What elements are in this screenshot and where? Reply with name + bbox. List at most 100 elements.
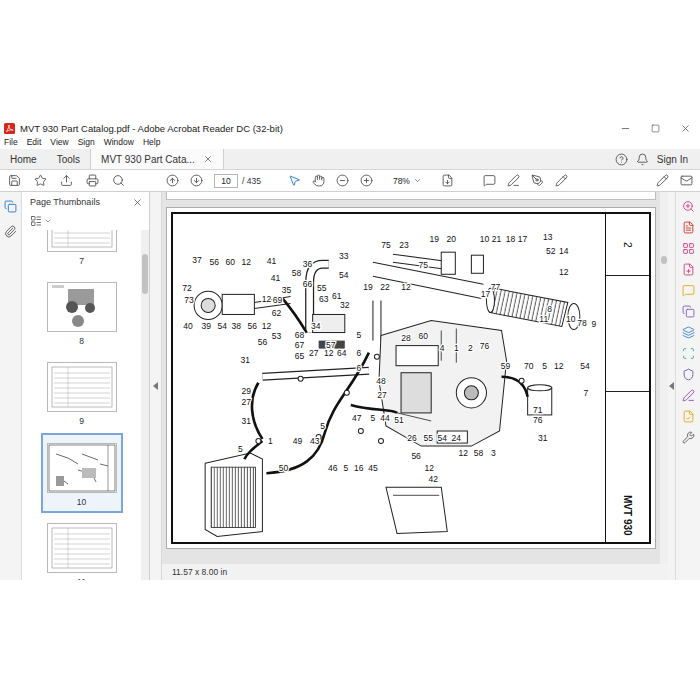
signature-icon[interactable]	[555, 174, 568, 187]
expand-tools-handle[interactable]	[668, 192, 676, 580]
comment-button[interactable]	[480, 171, 500, 191]
thumbnail-item[interactable]: 11	[41, 513, 123, 580]
export-pdf-icon[interactable]	[682, 221, 695, 234]
notifications-icon[interactable]	[636, 153, 649, 166]
enhance-scan-icon[interactable]	[682, 200, 695, 213]
callout-number: 72	[182, 283, 192, 293]
callout-number: 6	[356, 348, 361, 358]
menu-item[interactable]: Help	[143, 138, 160, 147]
protect-icon[interactable]	[682, 368, 695, 381]
engine-block	[379, 320, 507, 446]
toolbar-button[interactable]	[56, 171, 76, 191]
document-scrollbar[interactable]	[660, 192, 668, 564]
callout-number: 76	[533, 415, 543, 425]
scan-ocr-icon[interactable]	[682, 347, 695, 360]
draw-button[interactable]	[528, 171, 548, 191]
collapse-panel-handle[interactable]	[150, 192, 162, 580]
panel-options-button[interactable]	[22, 212, 149, 230]
close-panel-icon[interactable]	[132, 197, 143, 208]
previous-page-button[interactable]	[162, 171, 182, 191]
hand-icon[interactable]	[312, 174, 325, 187]
thumbnail-item[interactable]: 8	[41, 272, 123, 352]
hand-tool-button[interactable]	[309, 171, 329, 191]
toolbar-button[interactable]	[30, 171, 50, 191]
collapse-left-icon[interactable]	[153, 382, 159, 390]
close-tab-icon[interactable]	[203, 154, 213, 164]
scrollbar-thumb[interactable]	[661, 256, 667, 264]
zoom-in-icon[interactable]	[360, 174, 373, 187]
thumbnail-item[interactable]: 7	[41, 230, 123, 272]
zoom-out-icon[interactable]	[336, 174, 349, 187]
page-number-field[interactable]: 10	[214, 174, 238, 188]
edit-pdf-icon[interactable]	[682, 263, 695, 276]
menu-item[interactable]: Sign	[78, 138, 95, 147]
upload-icon[interactable]	[60, 174, 73, 187]
toolbar-button[interactable]	[108, 171, 128, 191]
pen-icon[interactable]	[507, 174, 520, 187]
search-icon[interactable]	[112, 174, 125, 187]
comment-icon[interactable]	[682, 284, 695, 297]
edit-icon[interactable]	[656, 174, 669, 187]
organize-pages-icon[interactable]	[682, 326, 695, 339]
chevron-down-icon[interactable]	[413, 176, 422, 185]
sign-in-button[interactable]: Sign In	[657, 154, 688, 165]
mail-icon[interactable]	[680, 174, 693, 187]
fit-page-button[interactable]	[438, 171, 458, 191]
highlight-button[interactable]	[504, 171, 524, 191]
zoom-dropdown[interactable]: 78%	[389, 174, 426, 188]
toolbar-button[interactable]	[82, 171, 102, 191]
hoses	[244, 298, 527, 473]
thumbnail-item[interactable]: 10	[41, 433, 123, 513]
pen-tool-icon[interactable]	[531, 174, 544, 187]
thumbnail-scrollbar[interactable]	[141, 230, 149, 580]
edit-button[interactable]	[652, 171, 672, 191]
chevron-down-icon[interactable]	[44, 217, 52, 225]
menu-item[interactable]: Edit	[27, 138, 42, 147]
arrow-up-icon[interactable]	[166, 174, 179, 187]
menu-item[interactable]: View	[50, 138, 68, 147]
arrow-down-icon[interactable]	[190, 174, 203, 187]
cursor-icon[interactable]	[288, 174, 301, 187]
minimize-icon[interactable]	[620, 123, 631, 134]
fit-page-icon[interactable]	[441, 174, 454, 187]
close-icon[interactable]	[680, 123, 691, 134]
print-icon[interactable]	[86, 174, 99, 187]
combine-files-icon[interactable]	[682, 305, 695, 318]
create-pdf-icon[interactable]	[682, 242, 695, 255]
bookmark-star-icon[interactable]	[34, 174, 47, 187]
callout-number: 55	[317, 283, 327, 293]
zoom-in-button[interactable]	[357, 171, 377, 191]
minimize-button[interactable]	[610, 120, 640, 136]
expand-left-icon[interactable]	[669, 382, 675, 390]
zoom-out-button[interactable]	[333, 171, 353, 191]
document-tab[interactable]: MVT 930 Part Cata...	[90, 149, 224, 169]
maximize-button[interactable]	[640, 120, 670, 136]
help-icon[interactable]	[615, 153, 628, 166]
menu-item[interactable]: File	[4, 138, 18, 147]
close-button[interactable]	[670, 120, 700, 136]
sign-button[interactable]	[552, 171, 572, 191]
send-for-signature-icon[interactable]	[682, 410, 695, 423]
toolbar-button[interactable]	[4, 171, 24, 191]
thumbnail-item[interactable]: 9	[41, 352, 123, 432]
page-thumbnails-icon[interactable]	[4, 200, 17, 213]
callout-number: 5	[343, 463, 348, 473]
menu-item[interactable]: Window	[104, 138, 134, 147]
next-page-button[interactable]	[186, 171, 206, 191]
fill-sign-icon[interactable]	[682, 389, 695, 402]
attachments-icon[interactable]	[4, 225, 17, 238]
scrollbar-thumb[interactable]	[142, 254, 148, 294]
more-tools-icon[interactable]	[682, 431, 695, 444]
maximize-icon[interactable]	[651, 124, 660, 133]
save-icon[interactable]	[8, 174, 21, 187]
callout-number: 19	[429, 234, 439, 244]
callout-number: 2	[468, 343, 473, 353]
nav-tab[interactable]: Tools	[47, 149, 90, 169]
callout-number: 51	[394, 415, 404, 425]
select-tool-button[interactable]	[285, 171, 305, 191]
options-icon[interactable]	[30, 215, 42, 227]
comment-icon[interactable]	[483, 174, 496, 187]
share-button[interactable]	[676, 171, 696, 191]
callout-number: 38	[232, 321, 242, 331]
nav-tab[interactable]: Home	[0, 149, 47, 169]
